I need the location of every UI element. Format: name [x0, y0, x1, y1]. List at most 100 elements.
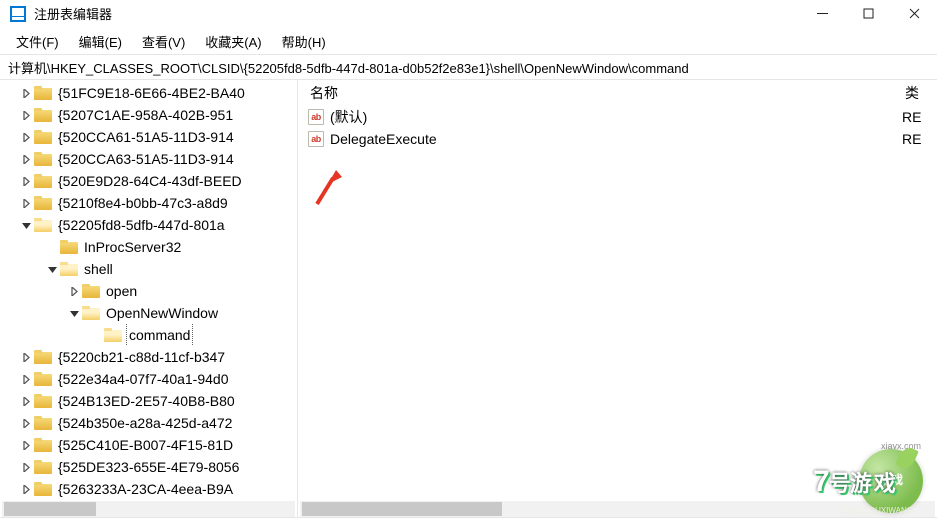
tree-node-label: {520E9D28-64C4-43df-BEED: [58, 170, 242, 192]
tree-node-label: open: [106, 280, 137, 302]
statusbar: [0, 517, 937, 523]
tree-node[interactable]: {525DE323-655E-4E79-8056: [0, 456, 297, 478]
value-name: DelegateExecute: [330, 131, 902, 147]
tree-node[interactable]: {520E9D28-64C4-43df-BEED: [0, 170, 297, 192]
tree-node[interactable]: {524B13ED-2E57-40B8-B80: [0, 390, 297, 412]
chevron-right-icon[interactable]: [20, 483, 32, 495]
address-path: 计算机\HKEY_CLASSES_ROOT\CLSID\{52205fd8-5d…: [8, 58, 689, 77]
tree-node-label: {524B13ED-2E57-40B8-B80: [58, 390, 235, 412]
tree-horizontal-scrollbar[interactable]: [2, 501, 295, 517]
tree-node[interactable]: open: [0, 280, 297, 302]
address-bar[interactable]: 计算机\HKEY_CLASSES_ROOT\CLSID\{52205fd8-5d…: [0, 54, 937, 80]
folder-icon: [34, 130, 52, 144]
folder-icon: [34, 350, 52, 364]
chevron-right-icon[interactable]: [20, 87, 32, 99]
folder-icon: [60, 262, 78, 276]
folder-icon: [82, 306, 100, 320]
tree-node[interactable]: OpenNewWindow: [0, 302, 297, 324]
chevron-right-icon[interactable]: [20, 395, 32, 407]
chevron-right-icon[interactable]: [68, 285, 80, 297]
string-value-icon: ab: [308, 131, 324, 147]
folder-icon: [34, 416, 52, 430]
menu-favorites[interactable]: 收藏夹(A): [195, 29, 271, 54]
value-type: RE: [902, 109, 937, 125]
tree-pane[interactable]: {51FC9E18-6E66-4BE2-BA40{5207C1AE-958A-4…: [0, 80, 298, 517]
tree-node[interactable]: shell: [0, 258, 297, 280]
tree-node[interactable]: {52205fd8-5dfb-447d-801a: [0, 214, 297, 236]
chevron-right-icon[interactable]: [20, 461, 32, 473]
tree-node-label: {52205fd8-5dfb-447d-801a: [58, 214, 225, 236]
tree-node-label: OpenNewWindow: [106, 302, 218, 324]
folder-icon: [34, 394, 52, 408]
folder-icon: [34, 218, 52, 232]
folder-icon: [34, 86, 52, 100]
tree-node[interactable]: {520CCA61-51A5-11D3-914: [0, 126, 297, 148]
column-header-type[interactable]: 类: [893, 83, 937, 103]
value-row[interactable]: ab DelegateExecuteRE: [298, 128, 937, 150]
tree-node[interactable]: {5220cb21-c88d-11cf-b347: [0, 346, 297, 368]
values-pane[interactable]: 名称 类 ab (默认)RE ab DelegateExecuteRE: [298, 80, 937, 517]
chevron-down-icon[interactable]: [20, 219, 32, 231]
tree-node-label: {522e34a4-07f7-40a1-94d0: [58, 368, 229, 390]
chevron-right-icon[interactable]: [20, 439, 32, 451]
tree-node-label: {5210f8e4-b0bb-47c3-a8d9: [58, 192, 228, 214]
chevron-right-icon[interactable]: [20, 373, 32, 385]
menu-edit[interactable]: 编辑(E): [69, 29, 132, 54]
maximize-button[interactable]: [845, 0, 891, 28]
tree-node-label: command: [126, 324, 193, 346]
chevron-right-icon[interactable]: [20, 153, 32, 165]
folder-icon: [60, 240, 78, 254]
chevron-right-icon[interactable]: [20, 109, 32, 121]
tree-node-label: shell: [84, 258, 113, 280]
tree-node[interactable]: {525C410E-B007-4F15-81D: [0, 434, 297, 456]
titlebar: 注册表编辑器: [0, 0, 937, 28]
chevron-right-icon[interactable]: [20, 197, 32, 209]
string-value-icon: ab: [308, 109, 324, 125]
tree-node-label: {525C410E-B007-4F15-81D: [58, 434, 233, 456]
folder-icon: [34, 174, 52, 188]
chevron-down-icon[interactable]: [68, 307, 80, 319]
value-name: (默认): [330, 107, 902, 127]
tree-node[interactable]: {520CCA63-51A5-11D3-914: [0, 148, 297, 170]
list-horizontal-scrollbar[interactable]: [300, 501, 935, 517]
close-button[interactable]: [891, 0, 937, 28]
tree-node[interactable]: {5207C1AE-958A-402B-951: [0, 104, 297, 126]
menu-help[interactable]: 帮助(H): [272, 29, 336, 54]
folder-icon: [34, 438, 52, 452]
tree-node-label: {524b350e-a28a-425d-a472: [58, 412, 232, 434]
column-header-name[interactable]: 名称: [298, 83, 893, 103]
tree-node[interactable]: InProcServer32: [0, 236, 297, 258]
folder-icon: [34, 460, 52, 474]
tree-scroll-thumb[interactable]: [4, 502, 96, 516]
tree-node-label: InProcServer32: [84, 236, 181, 258]
tree-node-label: {520CCA61-51A5-11D3-914: [58, 126, 234, 148]
menu-file[interactable]: 文件(F): [6, 29, 69, 54]
tree-node-label: {51FC9E18-6E66-4BE2-BA40: [58, 82, 245, 104]
folder-icon: [104, 328, 122, 342]
folder-icon: [34, 196, 52, 210]
tree-node-label: {520CCA63-51A5-11D3-914: [58, 148, 234, 170]
tree-node[interactable]: {522e34a4-07f7-40a1-94d0: [0, 368, 297, 390]
tree-node[interactable]: {524b350e-a28a-425d-a472: [0, 412, 297, 434]
chevron-down-icon[interactable]: [46, 263, 58, 275]
tree-node[interactable]: {5210f8e4-b0bb-47c3-a8d9: [0, 192, 297, 214]
tree-node[interactable]: {51FC9E18-6E66-4BE2-BA40: [0, 82, 297, 104]
chevron-right-icon[interactable]: [20, 131, 32, 143]
value-type: RE: [902, 131, 937, 147]
regedit-icon: [10, 6, 26, 22]
folder-icon: [34, 108, 52, 122]
folder-icon: [34, 372, 52, 386]
folder-icon: [34, 482, 52, 496]
chevron-right-icon[interactable]: [20, 351, 32, 363]
chevron-right-icon[interactable]: [20, 175, 32, 187]
menu-view[interactable]: 查看(V): [132, 29, 195, 54]
list-header: 名称 类: [298, 80, 937, 106]
tree-node[interactable]: command: [0, 324, 297, 346]
value-row[interactable]: ab (默认)RE: [298, 106, 937, 128]
folder-icon: [34, 152, 52, 166]
chevron-right-icon[interactable]: [20, 417, 32, 429]
menubar: 文件(F) 编辑(E) 查看(V) 收藏夹(A) 帮助(H): [0, 28, 937, 54]
minimize-button[interactable]: [799, 0, 845, 28]
list-scroll-thumb[interactable]: [302, 502, 502, 516]
tree-node[interactable]: {5263233A-23CA-4eea-B9A: [0, 478, 297, 500]
